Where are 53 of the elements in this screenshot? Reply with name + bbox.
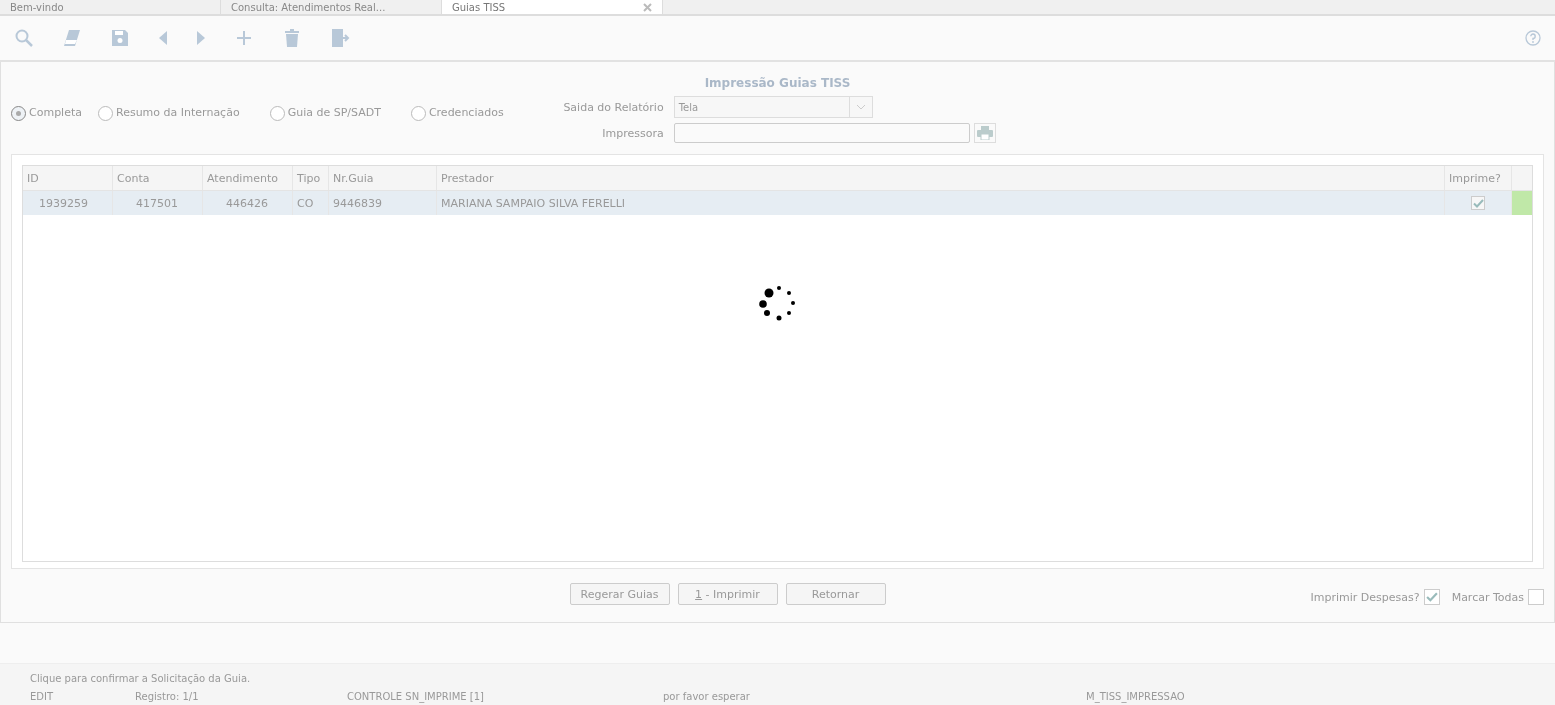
search-icon[interactable] <box>14 28 34 48</box>
tab[interactable]: Guias TISS <box>442 0 663 14</box>
checkbox[interactable] <box>1423 589 1440 605</box>
status-text: EDIT <box>30 691 55 702</box>
table-cell: MARIANA SAMPAIO SILVA FERELLI <box>437 191 1445 215</box>
radio-option[interactable]: Credenciados <box>410 106 504 122</box>
checkbox[interactable] <box>1471 196 1485 210</box>
table-cell: CO <box>293 191 329 215</box>
status-text: Registro: 1/1 <box>135 691 200 702</box>
column-header[interactable]: Tipo <box>293 166 329 190</box>
right-arrow-icon[interactable] <box>196 28 206 48</box>
caret-icon <box>855 104 866 110</box>
field-label: Saida do Relatório <box>562 100 664 114</box>
status-text: por favor esperar <box>663 691 751 702</box>
action-button[interactable]: Regerar Guias <box>569 583 670 605</box>
radio-option[interactable]: Resumo da Internação <box>98 106 240 122</box>
checkbox[interactable] <box>1528 589 1544 605</box>
radio-option[interactable]: Guia de SP/SADT <box>269 106 381 122</box>
trash-icon[interactable] <box>282 28 302 48</box>
eraser-icon[interactable] <box>62 28 82 48</box>
column-header[interactable]: ID <box>23 166 113 190</box>
tab[interactable]: Bem-vindo <box>0 0 221 14</box>
field-label: Impressora <box>601 126 664 140</box>
printer-button[interactable] <box>973 123 996 143</box>
table-cell: 446426 <box>203 191 293 215</box>
status-text: CONTROLE SN_IMPRIME [1] <box>347 691 485 702</box>
close-icon[interactable] <box>643 2 652 12</box>
column-header[interactable]: Prestador <box>437 166 1445 190</box>
hint-text: Clique para confirmar a Solicitação da Guia. <box>30 672 252 686</box>
radio-option[interactable]: Completa <box>11 106 82 122</box>
table-cell: 1939259 <box>23 191 113 215</box>
radio-button[interactable] <box>269 106 285 121</box>
left-arrow-icon[interactable] <box>158 28 168 48</box>
output-dropdown[interactable]: Tela <box>673 96 873 118</box>
table-cell: 417501 <box>113 191 203 215</box>
column-header[interactable]: Conta <box>113 166 203 190</box>
action-button[interactable]: 1 - Imprimir <box>677 583 778 605</box>
help-icon[interactable] <box>1525 30 1541 46</box>
column-header[interactable]: Nr.Guia <box>329 166 437 190</box>
table-cell: 9446839 <box>329 191 437 215</box>
checkbox-label: Marcar Todas <box>1451 590 1524 604</box>
radio-button[interactable] <box>410 106 426 121</box>
form-title: Impressão Guias TISS <box>703 75 852 92</box>
plus-icon[interactable] <box>234 28 254 48</box>
status-text: M_TISS_IMPRESSAO <box>1086 691 1185 702</box>
column-header[interactable]: Atendimento <box>203 166 293 190</box>
printer-field[interactable] <box>673 123 970 143</box>
radio-button[interactable] <box>98 106 113 121</box>
action-button[interactable]: Retornar <box>785 583 886 605</box>
radio-button[interactable] <box>11 106 26 121</box>
checkbox-label: Imprimir Despesas? <box>1310 590 1420 604</box>
exit-door-icon[interactable] <box>330 28 350 48</box>
column-header[interactable]: Imprime? <box>1445 166 1512 190</box>
